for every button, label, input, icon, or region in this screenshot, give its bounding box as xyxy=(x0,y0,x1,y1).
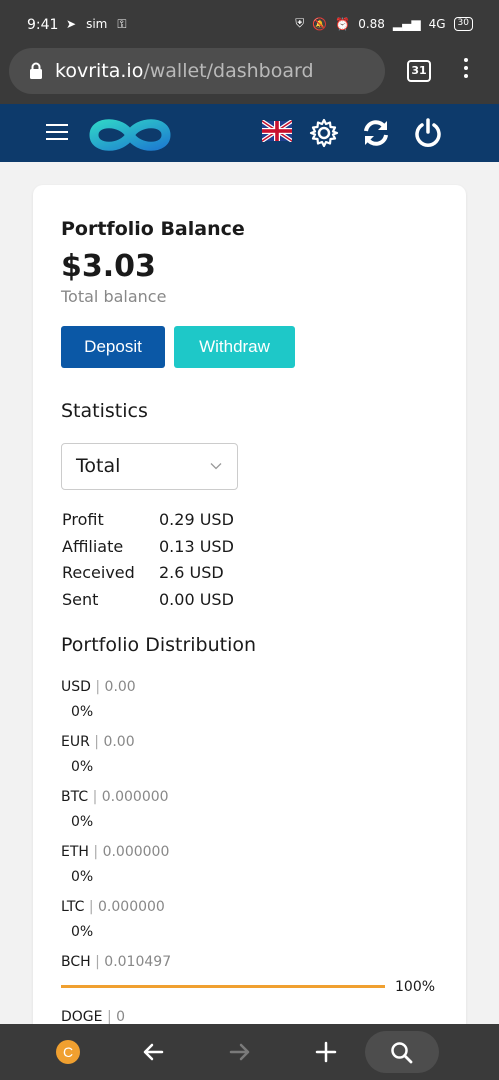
distribution-item-usd: USD | 0.00 0% xyxy=(61,679,136,720)
vpn-icon: ⛨ xyxy=(295,16,305,30)
currency-percent: 0% xyxy=(71,759,94,775)
withdraw-button[interactable]: Withdraw xyxy=(174,326,295,368)
back-arrow-icon[interactable] xyxy=(137,1036,169,1068)
forward-arrow-icon[interactable] xyxy=(224,1036,256,1068)
currency-percent: 0% xyxy=(71,924,94,940)
distribution-item-btc: BTC | 0.000000 0% xyxy=(61,789,169,830)
distribution-item-ltc: LTC | 0.000000 0% xyxy=(61,899,165,940)
kovrita-logo[interactable] xyxy=(86,112,174,158)
currency-percent: 0% xyxy=(71,814,94,830)
distribution-progress-bar xyxy=(61,985,385,988)
currency-amount: 0.010497 xyxy=(104,954,172,970)
mute-icon: 🔕 xyxy=(312,16,328,31)
stats-row-received: Received 2.6 USD xyxy=(62,563,234,590)
lock-icon xyxy=(30,62,42,79)
stats-row-sent: Sent 0.00 USD xyxy=(62,590,234,617)
stat-value: 0.13 USD xyxy=(159,536,234,556)
stats-row-profit: Profit 0.29 USD xyxy=(62,510,234,537)
status-notification-icons: ➤ sim ⚿ xyxy=(66,17,126,32)
stat-label: Received xyxy=(62,563,135,582)
chevron-down-icon xyxy=(210,463,222,470)
uk-flag-icon[interactable] xyxy=(262,120,292,142)
statistics-table: Profit 0.29 USD Affiliate 0.13 USD Recei… xyxy=(62,510,234,616)
app-header xyxy=(0,104,499,162)
stat-value: 0.00 USD xyxy=(159,589,234,609)
search-icon xyxy=(391,1042,413,1064)
portfolio-balance-value: $3.03 xyxy=(61,249,156,284)
stat-value: 0.29 USD xyxy=(159,510,234,529)
menu-icon[interactable] xyxy=(46,124,68,140)
browser-menu-button[interactable] xyxy=(456,58,476,84)
currency-code: EUR xyxy=(61,734,90,750)
refresh-icon[interactable] xyxy=(360,117,392,149)
coin-icon[interactable]: C xyxy=(52,1036,84,1068)
balance-subtitle: Total balance xyxy=(61,287,167,306)
currency-amount: 0 xyxy=(116,1009,126,1024)
statistics-period-select[interactable]: Total xyxy=(61,443,238,490)
svg-text:C: C xyxy=(63,1044,73,1060)
distribution-item-doge: DOGE | 0 xyxy=(61,1009,126,1024)
sim-icon: sim xyxy=(86,17,108,31)
browser-bottom-nav: C xyxy=(0,1024,499,1080)
portfolio-card: Portfolio Balance $3.03 Total balance De… xyxy=(33,185,466,1024)
signal-icon: ▂▄▆ xyxy=(392,16,421,31)
settings-gear-icon[interactable] xyxy=(308,117,340,149)
stat-label: Sent xyxy=(62,589,99,609)
currency-code: USD xyxy=(61,679,91,695)
currency-amount: 0.000000 xyxy=(102,844,170,860)
status-time: 9:41 xyxy=(27,17,59,33)
search-button[interactable] xyxy=(365,1031,439,1073)
currency-percent: 100% xyxy=(395,979,436,995)
distribution-item-bch: BCH | 0.010497 100% xyxy=(61,954,436,995)
selected-period: Total xyxy=(76,455,121,477)
currency-code: BTC xyxy=(61,789,89,805)
stat-label: Affiliate xyxy=(62,536,124,556)
net-speed: 0.88 xyxy=(358,16,385,31)
distribution-title: Portfolio Distribution xyxy=(61,634,257,656)
address-bar[interactable]: kovrita.io/wallet/dashboard xyxy=(9,48,385,94)
stats-row-affiliate: Affiliate 0.13 USD xyxy=(62,537,234,564)
url-text: kovrita.io/wallet/dashboard xyxy=(55,60,314,82)
status-system-icons: ⛨ 🔕 ⏰ 0.88 ▂▄▆ 4G 30 xyxy=(295,16,473,31)
currency-amount: 0.000000 xyxy=(101,789,169,805)
currency-code: LTC xyxy=(61,899,85,915)
currency-code: ETH xyxy=(61,844,89,860)
page: 9:41 ➤ sim ⚿ ⛨ 🔕 ⏰ 0.88 ▂▄▆ 4G 30 kovrit… xyxy=(0,0,499,1080)
currency-code: BCH xyxy=(61,954,91,970)
stat-value: 2.6 USD xyxy=(159,563,224,582)
stat-label: Profit xyxy=(62,510,104,529)
currency-amount: 0.00 xyxy=(103,734,135,750)
key-icon: ⚿ xyxy=(117,17,127,31)
currency-percent: 0% xyxy=(71,869,94,885)
portfolio-title: Portfolio Balance xyxy=(61,218,245,240)
power-logout-icon[interactable] xyxy=(412,117,444,149)
currency-amount: 0.000000 xyxy=(98,899,165,915)
distribution-item-eth: ETH | 0.000000 0% xyxy=(61,844,170,885)
battery-icon: 30 xyxy=(453,16,473,31)
tab-switcher-button[interactable]: 31 xyxy=(407,60,431,82)
distribution-list: USD | 0.00 0% EUR | 0.00 0% BTC | 0.0000… xyxy=(61,679,441,1024)
statistics-title: Statistics xyxy=(61,400,148,422)
currency-amount: 0.00 xyxy=(104,679,136,695)
page-content: Portfolio Balance $3.03 Total balance De… xyxy=(0,162,499,1024)
alarm-icon: ⏰ xyxy=(335,16,351,31)
new-tab-plus-icon[interactable] xyxy=(310,1036,342,1068)
browser-toolbar: kovrita.io/wallet/dashboard 31 xyxy=(0,40,499,104)
currency-percent: 0% xyxy=(71,704,94,720)
deposit-button[interactable]: Deposit xyxy=(61,326,165,368)
distribution-item-eur: EUR | 0.00 0% xyxy=(61,734,135,775)
currency-code: DOGE xyxy=(61,1009,103,1024)
send-icon: ➤ xyxy=(66,17,77,31)
network-type: 4G xyxy=(428,16,446,31)
